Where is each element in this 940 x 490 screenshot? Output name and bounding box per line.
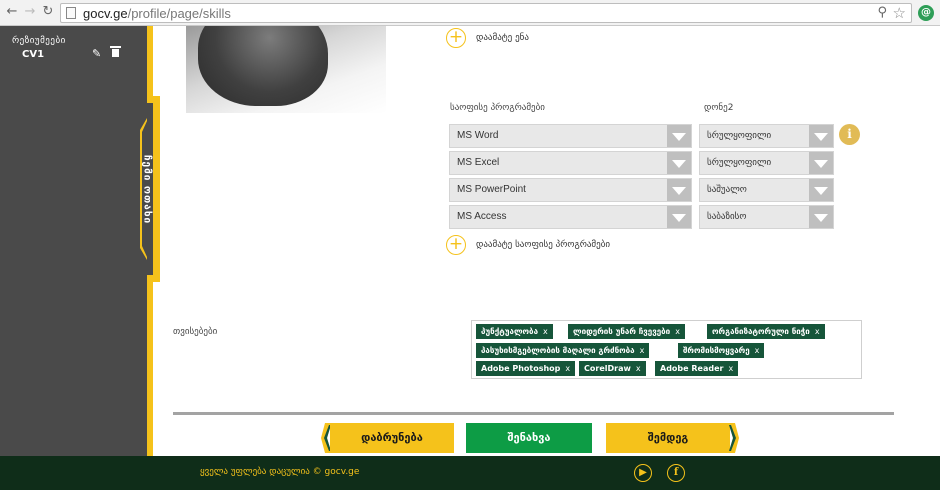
- traits-label: თვისებები: [173, 327, 218, 337]
- dropdown-arrow-icon[interactable]: [667, 206, 691, 228]
- office-programs-header: საოფისე პროგრამები: [450, 103, 545, 113]
- my-room-tab-label[interactable]: ჩემი ოთახი: [140, 134, 154, 244]
- copyright-text: ყველა უფლება დაცულია © gocv.ge: [200, 467, 360, 477]
- info-icon[interactable]: i: [839, 124, 860, 145]
- extension-icon[interactable]: @: [918, 5, 934, 21]
- back-button[interactable]: დაბრუნება: [330, 423, 454, 453]
- remove-tag-icon[interactable]: x: [636, 364, 641, 373]
- remove-tag-icon[interactable]: x: [815, 327, 820, 336]
- remove-tag-icon[interactable]: x: [675, 327, 680, 336]
- trait-tag: Adobe Photoshop x: [476, 361, 576, 376]
- remove-tag-icon[interactable]: x: [565, 364, 570, 373]
- level-select-1[interactable]: სრულყოფილი: [699, 124, 834, 148]
- forward-arrow-icon[interactable]: →: [22, 4, 38, 20]
- remove-tag-icon[interactable]: x: [728, 364, 733, 373]
- plus-icon[interactable]: +: [446, 235, 466, 255]
- dropdown-arrow-icon[interactable]: [809, 152, 833, 174]
- bookmark-star-icon[interactable]: ☆: [893, 4, 906, 22]
- footer: ყველა უფლება დაცულია © gocv.ge ▶ f: [0, 456, 940, 490]
- browser-toolbar: ← → ↻ gocv.ge/profile/page/skills ⚲ ☆ @: [0, 0, 940, 26]
- program-select-4[interactable]: MS Access: [449, 205, 692, 229]
- trait-tag: პასუხისმგებლობის მაღალი გრძნობა x: [476, 343, 650, 358]
- trait-tag: ორგანიზატორული ნიჭი x: [707, 324, 825, 339]
- remove-tag-icon[interactable]: x: [755, 346, 760, 355]
- traits-tag-input[interactable]: პუნქტუალობა x ლიდერის უნარ ჩვევები x ორგან…: [471, 320, 862, 379]
- dropdown-arrow-icon[interactable]: [809, 179, 833, 201]
- profile-photo: [186, 26, 386, 113]
- remove-tag-icon[interactable]: x: [543, 327, 548, 336]
- level-select-4[interactable]: საბაზისო: [699, 205, 834, 229]
- level-select-3[interactable]: საშუალო: [699, 178, 834, 202]
- trait-tag: CorelDraw x: [579, 361, 646, 376]
- plus-icon[interactable]: +: [446, 28, 466, 48]
- youtube-icon[interactable]: ▶: [634, 464, 652, 482]
- program-select-2[interactable]: MS Excel: [449, 151, 692, 175]
- zoom-icon[interactable]: ⚲: [877, 5, 887, 20]
- dropdown-arrow-icon[interactable]: [809, 125, 833, 147]
- trash-icon[interactable]: [110, 46, 121, 57]
- save-button[interactable]: შენახვა: [466, 423, 592, 453]
- url-text[interactable]: gocv.ge/profile/page/skills: [83, 6, 231, 21]
- trait-tag: ლიდერის უნარ ჩვევები x: [568, 324, 685, 339]
- level-select-2[interactable]: სრულყოფილი: [699, 151, 834, 175]
- add-language-link[interactable]: + დაამატე ენა: [446, 28, 529, 48]
- sidebar: რეზიუმეები CV1 ✎: [0, 26, 147, 456]
- reload-icon[interactable]: ↻: [40, 4, 56, 20]
- trait-tag: შრომისმოყვარე x: [678, 343, 765, 358]
- next-chevron-icon[interactable]: [729, 423, 739, 453]
- next-button[interactable]: შემდეგ: [606, 423, 730, 453]
- resumes-label: რეზიუმეები: [12, 36, 66, 46]
- trait-tag: Adobe Reader x: [655, 361, 739, 376]
- facebook-icon[interactable]: f: [667, 464, 685, 482]
- pencil-icon[interactable]: ✎: [92, 47, 101, 60]
- section-divider: [173, 412, 894, 415]
- back-arrow-icon[interactable]: ←: [4, 4, 20, 20]
- dropdown-arrow-icon[interactable]: [667, 152, 691, 174]
- add-office-program-link[interactable]: + დაამატე საოფისე პროგრამები: [446, 235, 610, 255]
- level-header: დონე2: [704, 103, 734, 113]
- dropdown-arrow-icon[interactable]: [667, 179, 691, 201]
- trait-tag: პუნქტუალობა x: [476, 324, 553, 339]
- address-bar[interactable]: gocv.ge/profile/page/skills ⚲ ☆: [60, 3, 912, 23]
- cv-item[interactable]: CV1: [22, 49, 44, 60]
- program-select-3[interactable]: MS PowerPoint: [449, 178, 692, 202]
- dropdown-arrow-icon[interactable]: [667, 125, 691, 147]
- dropdown-arrow-icon[interactable]: [809, 206, 833, 228]
- remove-tag-icon[interactable]: x: [640, 346, 645, 355]
- program-select-1[interactable]: MS Word: [449, 124, 692, 148]
- page-icon: [66, 7, 76, 19]
